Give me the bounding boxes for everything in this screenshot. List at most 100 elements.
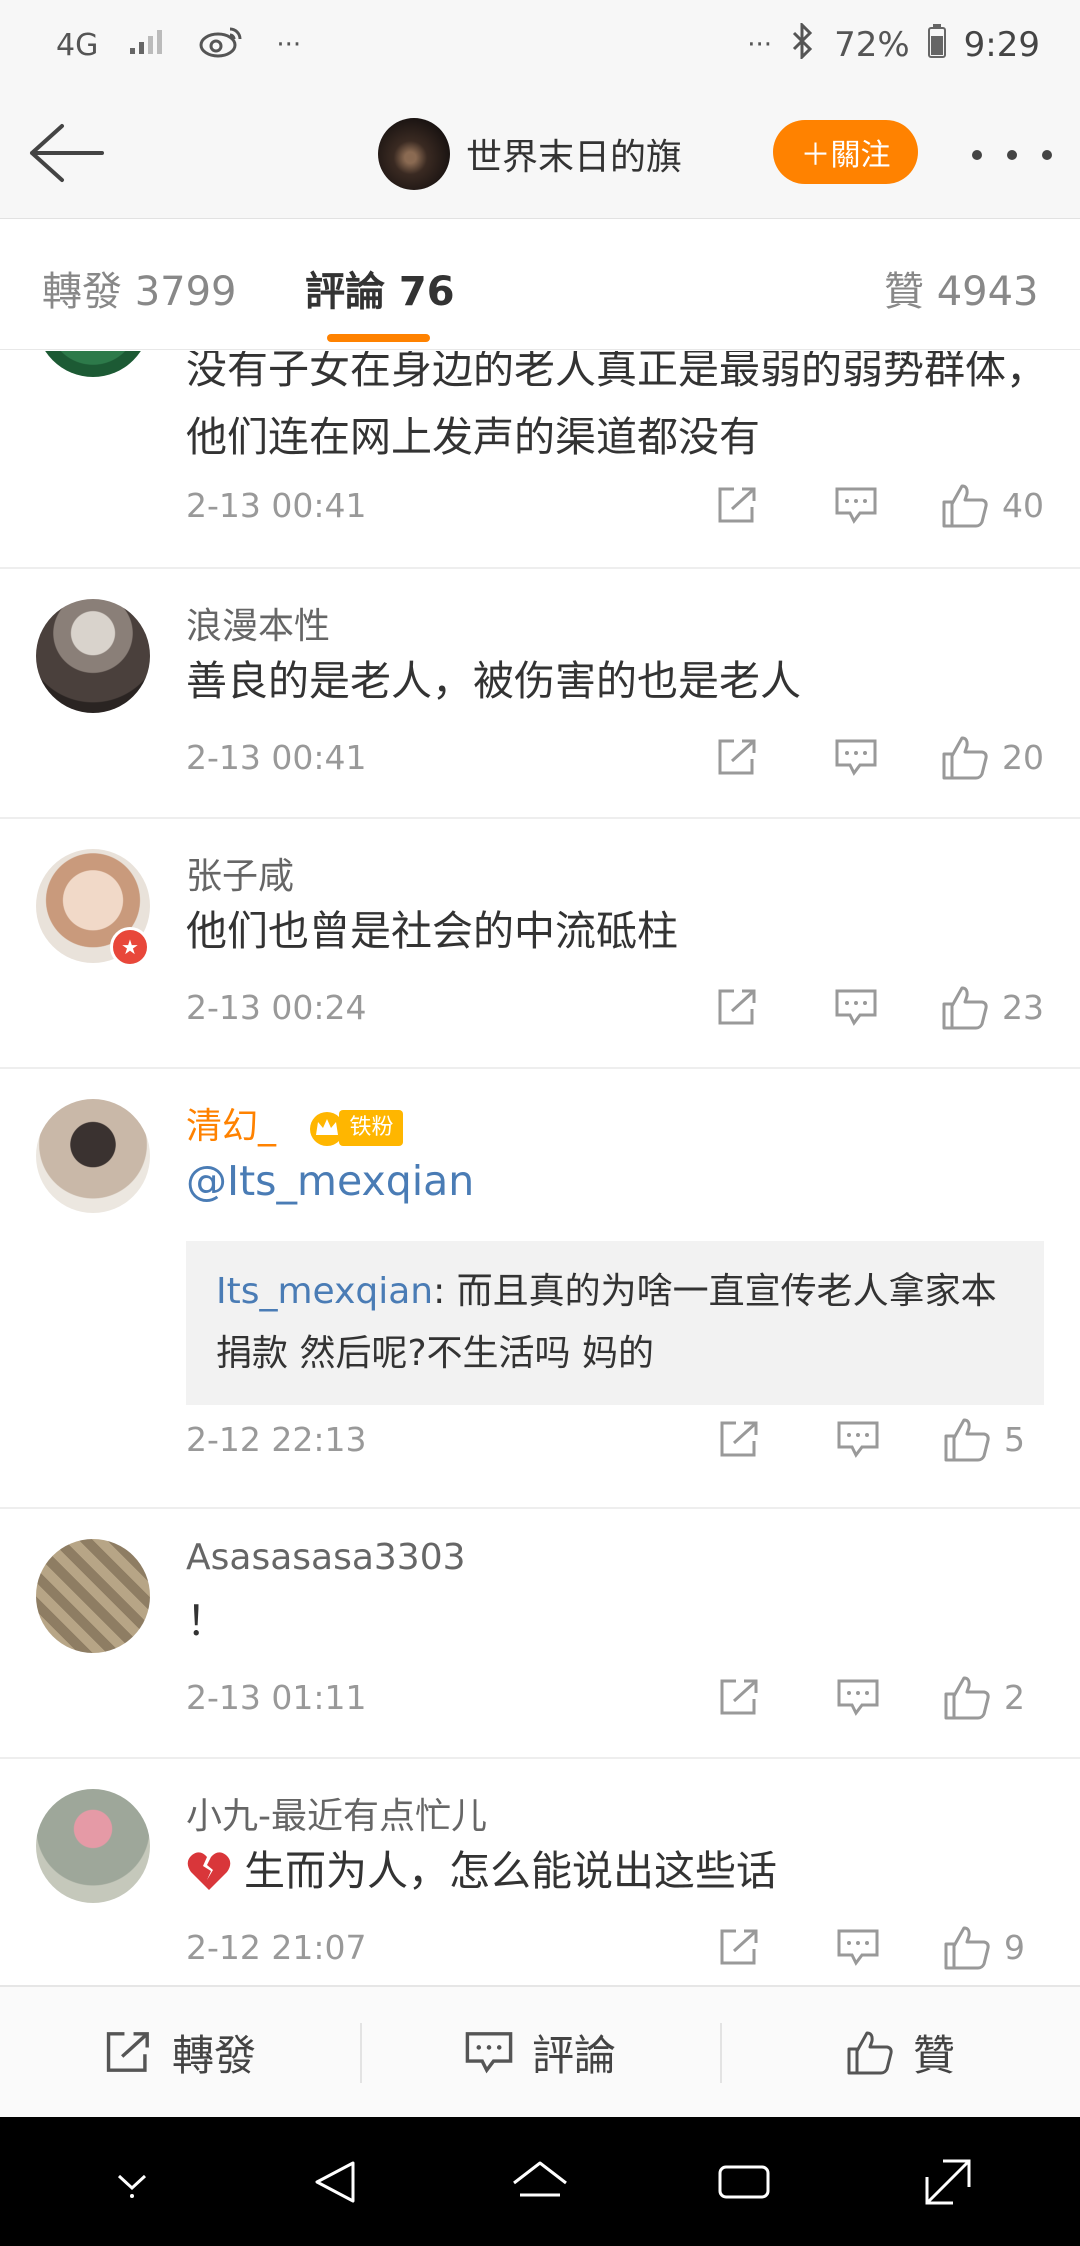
repost-icon[interactable] (718, 1419, 762, 1459)
signal-icon (128, 25, 168, 65)
arrow-left-icon (30, 124, 104, 182)
verified-badge-icon: ★ (110, 927, 150, 967)
battery-icon (927, 23, 946, 67)
status-more-left: ··· (276, 30, 302, 60)
comment-author[interactable]: 浪漫本性 (186, 597, 330, 649)
like-count: 2 (1004, 1677, 1025, 1717)
battery-level: 72% (834, 25, 910, 65)
more-options-icon[interactable] (972, 130, 1052, 180)
recent-apps-icon[interactable] (704, 2142, 784, 2222)
follow-button[interactable]: ＋關注 (773, 120, 918, 184)
comment-time: 2-13 01:11 (186, 1677, 367, 1717)
bottom-action-bar: 轉發 評論 贊 (0, 1985, 1080, 2117)
comment-author-row: 清幻_ 铁粉 (186, 1097, 404, 1149)
comment-time: 2-12 22:13 (186, 1419, 367, 1459)
comment-label: 評論 (531, 2030, 616, 2080)
fan-badge-label: 铁粉 (339, 1110, 404, 1146)
like-count: 9 (1004, 1927, 1025, 1967)
comment-item: 没有子女在身边的老人真正是最弱的弱势群体，他们连在网上发声的渠道都没有 2-13… (0, 351, 1080, 569)
comment-author[interactable]: 小九-最近有点忙儿 (186, 1787, 487, 1839)
thumbs-up-icon (944, 1418, 990, 1462)
system-nav-bar (0, 2117, 1080, 2246)
comment-meta: 2-13 00:41 20 (186, 727, 1044, 787)
repost-icon[interactable] (716, 737, 760, 777)
repost-button[interactable]: 轉發 (0, 1987, 360, 2117)
comment-meta: 2-13 00:24 23 (186, 977, 1044, 1037)
like-count: 5 (1004, 1419, 1025, 1459)
comment-button[interactable]: 評論 (360, 1987, 720, 2117)
like-button[interactable]: 2 (942, 1674, 1044, 1720)
status-bar: 4G ··· ··· 72% 9:29 (0, 0, 1080, 90)
comment-meta: 2-12 21:07 9 (186, 1917, 1044, 1977)
comment-avatar[interactable] (36, 1099, 150, 1213)
like-post-button[interactable]: 贊 (720, 1987, 1080, 2117)
header-avatar (378, 118, 450, 190)
comment-list[interactable]: 没有子女在身边的老人真正是最弱的弱势群体，他们连在网上发声的渠道都没有 2-13… (0, 351, 1080, 1985)
like-count: 40 (1002, 485, 1044, 525)
comment-time: 2-13 00:41 (186, 737, 367, 777)
home-nav-icon[interactable] (500, 2142, 580, 2222)
status-more-right: ··· (747, 30, 773, 60)
broken-heart-icon (187, 1852, 231, 1890)
like-button[interactable]: 9 (942, 1924, 1044, 1970)
comment-avatar[interactable] (36, 351, 150, 377)
tab-repost[interactable]: 轉發 3799 (42, 259, 237, 317)
comment-time: 2-12 21:07 (186, 1927, 367, 1967)
repost-icon[interactable] (718, 1677, 762, 1717)
comment-text: 他们也曾是社会的中流砥柱 (186, 907, 678, 955)
thumbs-up-icon (944, 1676, 990, 1720)
like-button[interactable]: 40 (940, 482, 1044, 528)
like-button[interactable]: 20 (940, 734, 1044, 780)
quoted-author[interactable]: Its_mexqian (216, 1271, 433, 1312)
comment-item: Asasasasa3303 ！ 2-13 01:11 2 (0, 1509, 1080, 1759)
like-button[interactable]: 23 (940, 984, 1044, 1030)
header: 世界末日的旗 ＋關注 (0, 90, 1080, 218)
header-user[interactable]: 世界末日的旗 (378, 118, 682, 190)
comment-text: @Its_mexqian (186, 1147, 1050, 1215)
thumbs-up-icon (942, 986, 988, 1030)
comment-text: ！ (186, 1597, 227, 1645)
thumbs-up-icon (847, 2031, 893, 2075)
comment-text: 没有子女在身边的老人真正是最弱的弱势群体，他们连在网上发声的渠道都没有 (186, 351, 1047, 461)
thumbs-up-icon (944, 1926, 990, 1970)
comment-avatar[interactable] (36, 1539, 150, 1653)
like-button[interactable]: 5 (942, 1416, 1044, 1462)
comment-item: 小九-最近有点忙儿 生而为人，怎么能说出这些话 2-12 21:07 9 (0, 1759, 1080, 1985)
tab-comments[interactable]: 評論 76 (305, 259, 455, 317)
comment-text: 善良的是老人，被伤害的也是老人 (186, 657, 801, 705)
comment-avatar[interactable] (36, 599, 150, 713)
repost-icon (106, 2032, 149, 2072)
repost-icon[interactable] (716, 987, 760, 1027)
comment-avatar[interactable] (36, 1789, 150, 1903)
thumbs-up-icon (942, 736, 988, 780)
comment-meta: 2-13 01:11 2 (186, 1667, 1044, 1727)
comment-author[interactable]: 张子咸 (186, 847, 294, 899)
comment-icon[interactable] (836, 1677, 880, 1717)
comment-icon[interactable] (834, 987, 878, 1027)
mention-link[interactable]: @Its_mexqian (186, 1157, 474, 1205)
comment-icon[interactable] (836, 1927, 880, 1967)
bluetooth-icon (790, 20, 816, 68)
comment-author[interactable]: 清幻_ (186, 1106, 276, 1147)
tab-likes[interactable]: 贊 4943 (884, 259, 1039, 317)
back-nav-icon[interactable] (296, 2142, 376, 2222)
comment-meta: 2-12 22:13 5 (186, 1409, 1044, 1469)
comment-meta: 2-13 00:41 40 (186, 475, 1044, 535)
comment-icon[interactable] (834, 737, 878, 777)
comment-text: 生而为人，怎么能说出这些话 (244, 1847, 777, 1895)
comment-item: 清幻_ 铁粉 @Its_mexqian Its_mexqian: 而且真的为啥一… (0, 1069, 1080, 1509)
like-label: 贊 (912, 2030, 955, 2080)
comment-item: 浪漫本性 善良的是老人，被伤害的也是老人 2-13 00:41 20 (0, 569, 1080, 819)
expand-icon[interactable] (908, 2142, 988, 2222)
quoted-reply[interactable]: Its_mexqian: 而且真的为啥一直宣传老人拿家本捐款 然后呢?不生活吗 … (186, 1241, 1044, 1405)
hide-keyboard-icon[interactable] (92, 2142, 172, 2222)
back-button[interactable] (26, 118, 106, 188)
comment-author[interactable]: Asasasasa3303 (186, 1537, 466, 1578)
repost-icon[interactable] (718, 1927, 762, 1967)
comment-icon[interactable] (836, 1419, 880, 1459)
network-indicator: 4G (56, 27, 99, 63)
comment-item: ★ 张子咸 他们也曾是社会的中流砥柱 2-13 00:24 23 (0, 819, 1080, 1069)
repost-icon[interactable] (716, 485, 760, 525)
clock: 9:29 (963, 25, 1040, 65)
comment-icon[interactable] (834, 485, 878, 525)
